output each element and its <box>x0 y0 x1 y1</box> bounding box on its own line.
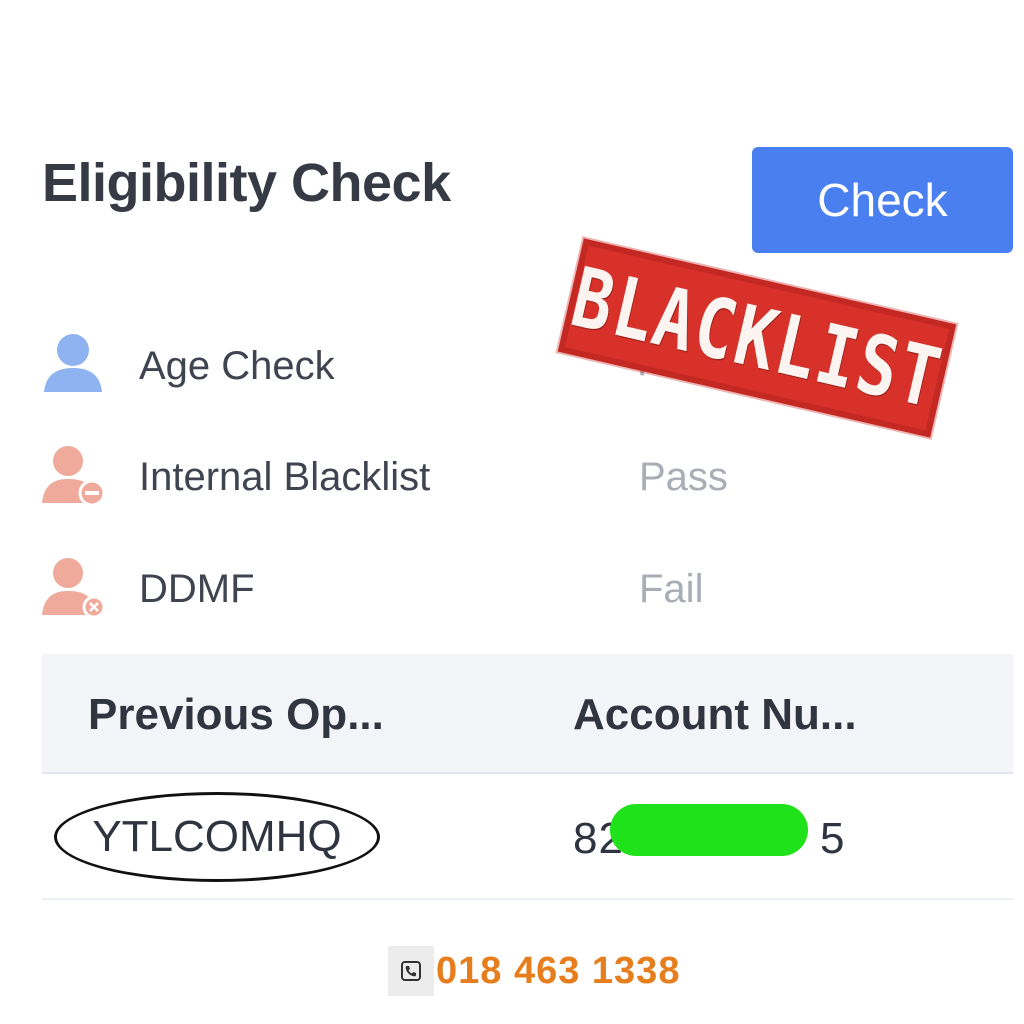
user-icon <box>44 334 102 392</box>
check-value: Fail <box>639 567 704 611</box>
user-x-icon <box>42 558 104 619</box>
check-row-ddmf: DDMF Fail <box>42 553 982 633</box>
check-row-internal-blacklist: Internal Blacklist Pass <box>42 441 982 521</box>
page-title: Eligibility Check <box>42 153 451 213</box>
contact-footer: 018 463 1338 <box>388 946 680 996</box>
check-label: Internal Blacklist <box>139 455 431 499</box>
previous-operator-cell: YTLCOMHQ <box>54 792 380 882</box>
table-row[interactable]: YTLCOMHQ 82 5 <box>42 774 1013 900</box>
column-header-account-number[interactable]: Account Nu... <box>573 690 857 740</box>
user-minus-icon <box>42 446 104 507</box>
check-label: Age Check <box>139 344 335 388</box>
account-suffix: 5 <box>819 814 846 863</box>
phone-icon <box>388 946 434 996</box>
operator-text: YTLCOMHQ <box>92 812 342 861</box>
check-value: Pass <box>639 455 728 499</box>
check-button[interactable]: Check <box>752 147 1013 253</box>
phone-number[interactable]: 018 463 1338 <box>436 950 680 993</box>
table-header: Previous Op... Account Nu... <box>42 654 1013 774</box>
redaction-mark <box>610 804 808 856</box>
column-header-previous-operator[interactable]: Previous Op... <box>88 690 384 740</box>
check-label: DDMF <box>139 567 255 611</box>
